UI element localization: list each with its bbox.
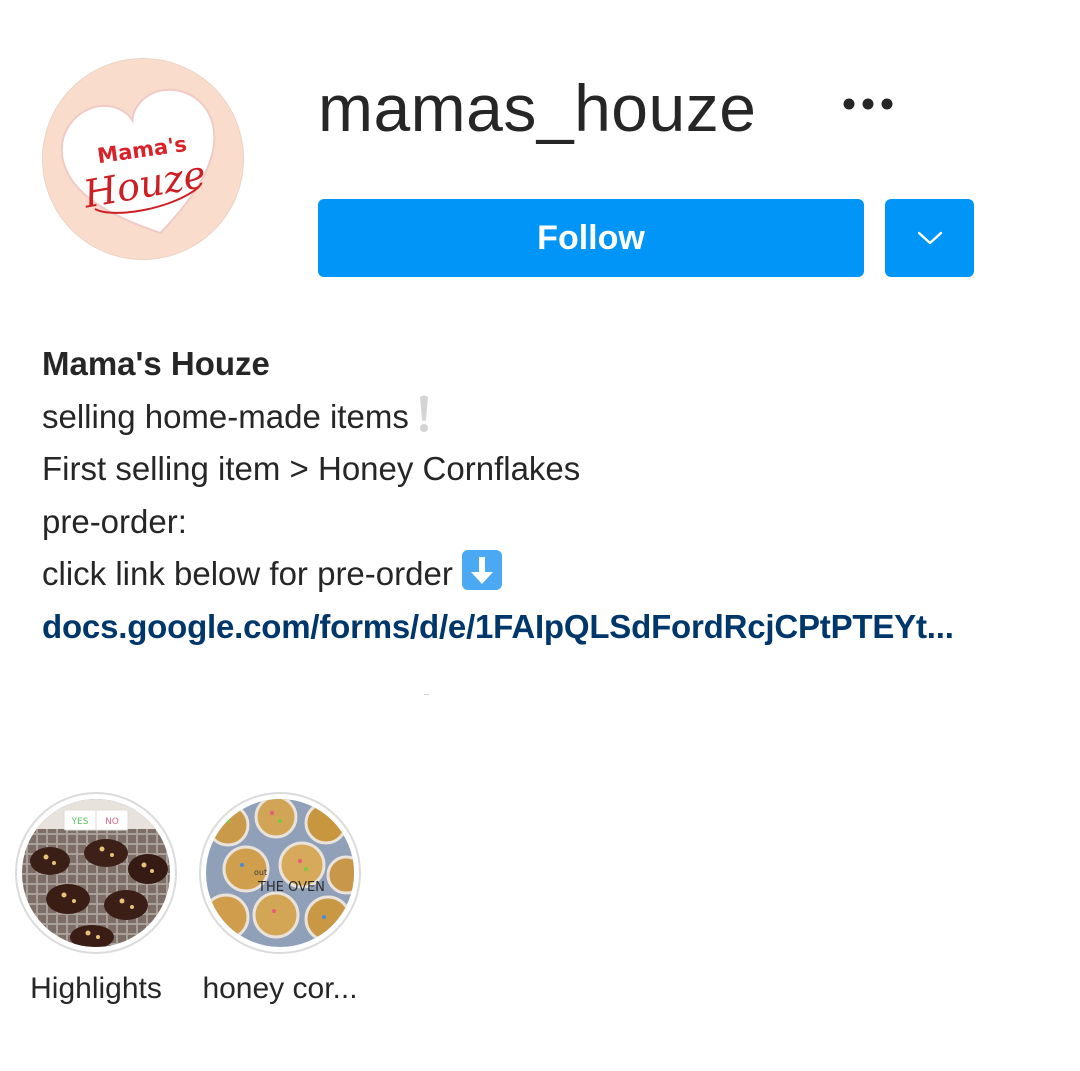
highlight-label: honey cor...	[202, 972, 358, 1005]
profile-avatar[interactable]: Mama's Houze	[42, 58, 244, 260]
highlight-item-honey-cornflakes[interactable]: out THE OVEN honey cor...	[196, 792, 364, 1006]
highlight-ring: out THE OVEN	[199, 792, 361, 954]
highlight-item-highlights[interactable]: YES NO Highlights	[12, 792, 180, 1006]
heart-logo: Mama's Houze	[60, 88, 216, 235]
chevron-down-icon	[917, 231, 942, 245]
profile-bio: Mama's Houze selling home-made items Fir…	[42, 338, 1052, 653]
more-options-button[interactable]	[836, 82, 900, 126]
highlight-cover-image: out THE OVEN	[206, 799, 354, 947]
bio-line-3: pre-order:	[42, 502, 187, 540]
poll-yes: YES	[71, 817, 89, 827]
more-horizontal-icon	[843, 98, 893, 110]
cover-text: THE OVEN	[257, 880, 325, 895]
exclamation-emoji-icon	[419, 395, 428, 432]
bio-line-1: selling home-made items	[42, 391, 1052, 444]
username: mamas_houze	[318, 71, 757, 145]
display-name: Mama's Houze	[42, 345, 270, 382]
bio-line-2: First selling item > Honey Cornflakes	[42, 450, 581, 487]
down-arrow-emoji-icon	[461, 550, 502, 590]
cover-text-small: out	[254, 868, 267, 877]
highlight-label: Highlights	[30, 972, 162, 1005]
divider-mark	[424, 694, 429, 695]
bio-line-4: click link below for pre-order	[42, 548, 1052, 601]
poll-no: NO	[105, 817, 119, 827]
follow-button-label: Follow	[537, 218, 645, 257]
bio-link[interactable]: docs.google.com/forms/d/e/1FAIpQLSdFordR…	[42, 608, 954, 645]
bio-line-1-text: selling home-made items	[42, 397, 409, 435]
highlight-ring: YES NO	[15, 792, 177, 954]
bio-line-4-text: click link below for pre-order	[42, 555, 453, 592]
suggested-accounts-dropdown-button[interactable]	[885, 199, 974, 277]
follow-button[interactable]: Follow	[318, 199, 864, 277]
highlight-cover-image: YES NO	[22, 799, 170, 947]
